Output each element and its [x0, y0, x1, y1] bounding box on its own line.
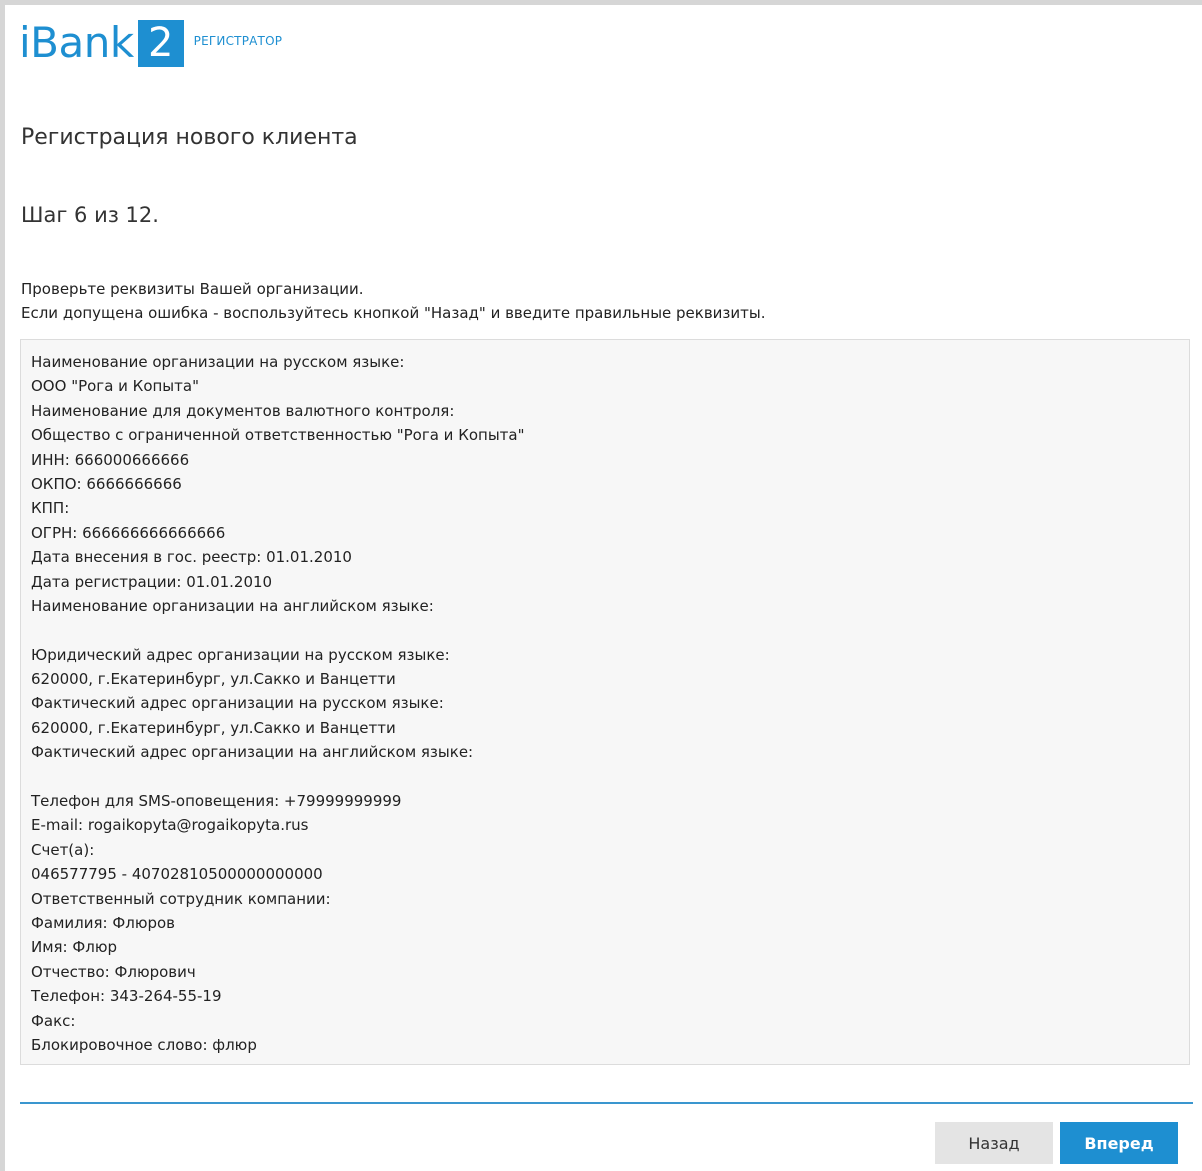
details-line [31, 765, 1189, 789]
details-line: КПП: [31, 499, 70, 518]
details-line: Телефон: 343-264-55-19 [31, 987, 222, 1006]
details-line: Наименование организации на английском я… [31, 596, 434, 615]
details-line: Фактический адрес организации на русском… [31, 694, 444, 713]
logo-word: iBank [19, 18, 134, 67]
next-button[interactable]: Вперед [1060, 1122, 1178, 1164]
logo-subtitle: РЕГИСТРАТОР [193, 34, 283, 48]
details-line: Наименование организации на русском язык… [31, 353, 405, 371]
details-line: ОГРН: 666666666666666 [31, 523, 226, 542]
details-line: Телефон для SMS-оповещения: +79999999999 [31, 792, 402, 811]
registration-page: iBank 2 РЕГИСТРАТОР Регистрация нового к… [5, 5, 1202, 1171]
details-line: E-mail: rogaikopyta@rogaikopyta.rus [31, 816, 309, 835]
details-line: Отчество: Флюрович [31, 962, 196, 981]
details-line: Ответственный сотрудник компании: [31, 889, 331, 908]
details-line: ОКПО: 6666666666 [31, 474, 182, 493]
details-line: Дата регистрации: 01.01.2010 [31, 572, 273, 591]
details-line: Счет(а): [31, 840, 95, 859]
details-line: ИНН: 666000666666 [31, 450, 190, 469]
instructions: Проверьте реквизиты Вашей организации. Е… [21, 277, 766, 325]
details-line: ООО "Рога и Копыта" [31, 377, 199, 396]
details-line: Юридический адрес организации на русском… [31, 645, 450, 664]
details-line: Факс: [31, 1011, 76, 1030]
details-line: 046577795 - 40702810500000000000 [31, 865, 323, 884]
organization-details-box: Наименование организации на русском язык… [20, 339, 1190, 1065]
details-line [31, 618, 1189, 642]
details-line: Наименование для документов валютного ко… [31, 401, 455, 420]
logo-number-badge: 2 [137, 19, 184, 67]
details-line: Блокировочное слово: флюр [31, 1035, 257, 1054]
details-line: Общество с ограниченной ответственностью… [31, 426, 525, 445]
details-line: 620000, г.Екатеринбург, ул.Сакко и Ванце… [31, 670, 396, 689]
instruction-line: Проверьте реквизиты Вашей организации. [21, 280, 364, 298]
page-title: Регистрация нового клиента [21, 125, 358, 150]
details-line: Фактический адрес организации на английс… [31, 743, 474, 762]
step-indicator: Шаг 6 из 12. [21, 203, 159, 227]
details-line: 620000, г.Екатеринбург, ул.Сакко и Ванце… [31, 718, 396, 737]
app-logo: iBank 2 РЕГИСТРАТОР [19, 18, 282, 68]
footer-divider [20, 1102, 1193, 1104]
instruction-line: Если допущена ошибка - воспользуйтесь кн… [21, 304, 766, 322]
details-line: Фамилия: Флюров [31, 913, 176, 932]
details-line: Дата внесения в гос. реестр: 01.01.2010 [31, 548, 352, 567]
details-line: Имя: Флюр [31, 938, 118, 957]
back-button[interactable]: Назад [935, 1122, 1053, 1164]
